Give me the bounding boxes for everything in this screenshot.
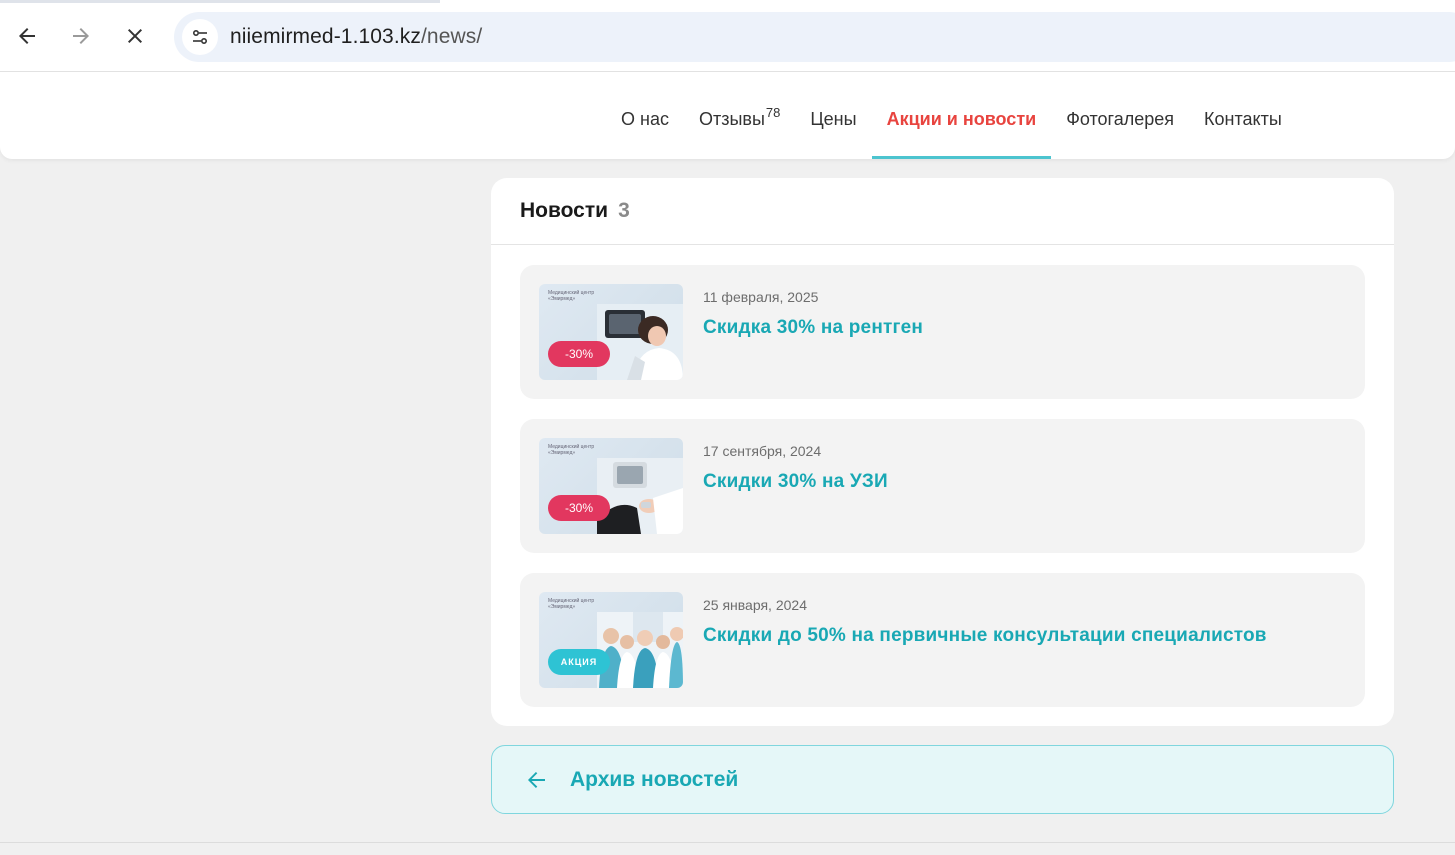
nav-item-label: О нас [621,109,669,129]
discount-badge: -30% [548,341,610,367]
news-date: 25 января, 2024 [703,597,807,613]
news-title: Новости [520,199,609,222]
back-button[interactable] [7,16,47,56]
arrow-right-icon [73,28,89,44]
forward-button[interactable] [61,16,101,56]
nav-item-promos-news[interactable]: Акции и новости [871,72,1052,159]
main-navigation: О нас Отзывы 78 Цены Акции и новости Фото… [606,72,1297,159]
url-path: /news/ [420,25,483,48]
news-thumbnail[interactable]: Медицинский центр «Эмирмед» -30% [539,438,683,534]
nav-item-prices[interactable]: Цены [795,72,871,159]
news-title-link[interactable]: Скидки до 50% на первичные консультации … [703,625,1267,647]
news-archive-button[interactable]: Архив новостей [491,745,1394,814]
news-header: Новости 3 [491,178,1394,245]
news-item[interactable]: Медицинский центр «Эмирмед» -30% 17 сент… [520,419,1365,553]
nav-item-reviews[interactable]: Отзывы 78 [684,72,795,159]
nav-item-contacts[interactable]: Контакты [1189,72,1297,159]
news-title-link[interactable]: Скидки 30% на УЗИ [703,471,888,493]
ultrasound-photo-illustration [597,458,683,534]
reviews-count: 78 [765,105,781,120]
tab-strip-edge [0,0,440,3]
nav-item-label: Фотогалерея [1066,109,1175,129]
news-thumbnail[interactable]: Медицинский центр «Эмирмед» АКЦИЯ [539,592,683,688]
news-panel: Новости 3 Медицинский центр «Эмирмед» -3… [491,178,1394,726]
browser-toolbar: niiemirmed-1.103.kz/news/ [0,0,1455,72]
url-text[interactable]: niiemirmed-1.103.kz/news/ [230,25,482,49]
thumb-caption: Медицинский центр «Эмирмед» [548,598,595,610]
nav-item-label: Цены [810,109,857,129]
news-item[interactable]: Медицинский центр «Эмирмед» -30% 11 февр… [520,265,1365,399]
news-item[interactable]: Медицинский центр «Эмирмед» АКЦИЯ 25 янв… [520,573,1365,707]
arrow-left-icon [528,771,545,788]
nav-item-label: Отзывы [698,109,765,129]
nav-item-about[interactable]: О нас [606,72,684,159]
arrow-left-icon [19,28,35,44]
news-date: 17 сентября, 2024 [703,443,822,459]
nav-item-gallery[interactable]: Фотогалерея [1051,72,1189,159]
tune-icon [192,29,208,45]
doctors-group-photo-illustration [597,612,683,688]
news-title-link[interactable]: Скидка 30% на рентген [703,317,923,339]
url-host: niiemirmed-1.103.kz [230,25,421,48]
archive-label: Архив новостей [570,767,739,791]
thumb-caption: Медицинский центр «Эмирмед» [548,290,595,302]
promo-badge: АКЦИЯ [548,649,610,675]
xray-photo-illustration [597,304,683,380]
thumb-caption: Медицинский центр «Эмирмед» [548,444,595,456]
nav-item-label: Акции и новости [886,109,1037,129]
news-thumbnail[interactable]: Медицинский центр «Эмирмед» -30% [539,284,683,380]
news-list: Медицинский центр «Эмирмед» -30% 11 февр… [491,245,1394,707]
address-bar[interactable]: niiemirmed-1.103.kz/news/ [174,12,1455,62]
close-icon [128,29,142,43]
site-info-button[interactable] [182,19,218,55]
page-divider [0,842,1455,843]
news-date: 11 февраля, 2025 [703,289,819,305]
news-count: 3 [618,199,630,222]
stop-loading-button[interactable] [115,16,155,56]
discount-badge: -30% [548,495,610,521]
site-header: О нас Отзывы 78 Цены Акции и новости Фото… [0,72,1455,159]
nav-item-label: Контакты [1204,109,1282,129]
